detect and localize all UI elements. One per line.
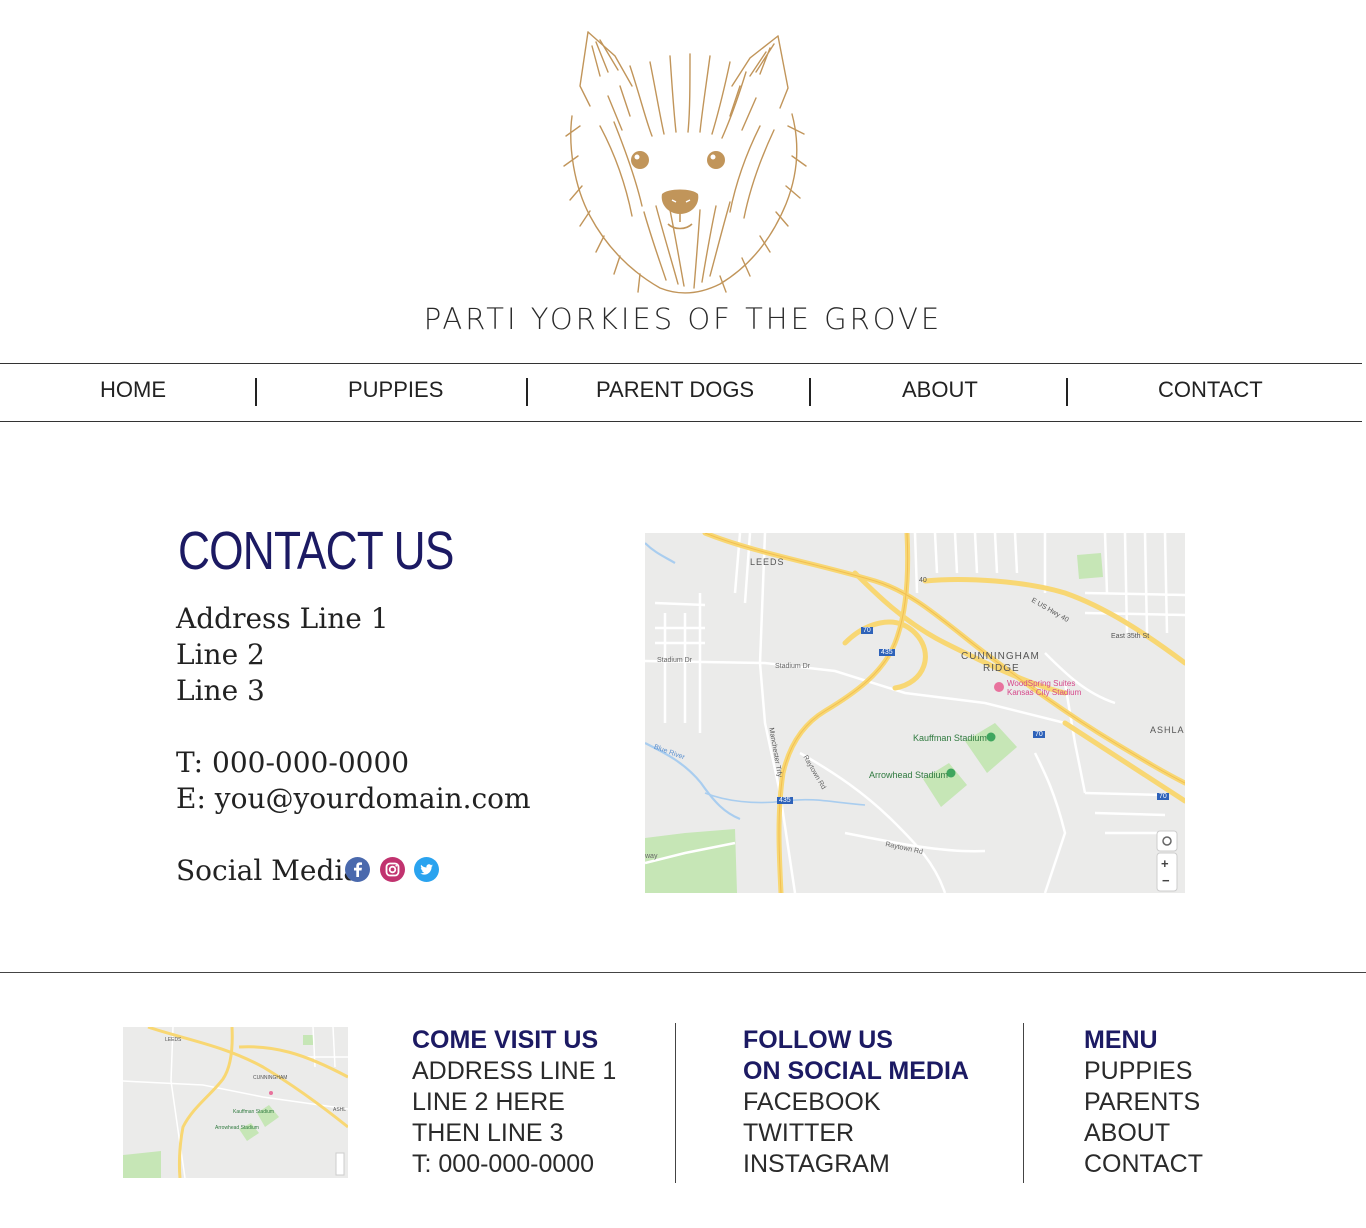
map-label: 70 <box>861 627 873 634</box>
brand-name: PARTI YORKIES OF THE GROVE <box>423 302 943 336</box>
map-label: 70 <box>1033 731 1045 738</box>
social-media-label: Social Media <box>176 854 361 887</box>
footer-link-contact[interactable]: CONTACT <box>1084 1149 1203 1180</box>
mini-map-label: Kauffman Stadium <box>233 1109 275 1115</box>
nav-parent-dogs[interactable]: PARENT DOGS <box>596 377 754 403</box>
footer-column-divider <box>675 1023 676 1183</box>
map-label: RIDGE <box>983 663 1020 674</box>
map-label: 435 <box>777 797 793 804</box>
mini-map-label: ASHL <box>333 1107 347 1113</box>
map-label: Kauffman Stadium <box>913 733 987 743</box>
map-label: 70 <box>1157 793 1169 800</box>
nav-contact[interactable]: CONTACT <box>1158 377 1263 403</box>
footer-column-divider <box>1023 1023 1024 1183</box>
footer-link-parents[interactable]: PARENTS <box>1084 1087 1203 1118</box>
mini-map-label: CUNNINGHAM <box>253 1075 288 1081</box>
footer-visit-line: ADDRESS LINE 1 <box>412 1057 617 1085</box>
address-line-3: Line 3 <box>176 674 265 707</box>
facebook-icon[interactable] <box>345 857 370 882</box>
nav-bottom-divider <box>0 421 1362 422</box>
footer-link-puppies[interactable]: PUPPIES <box>1084 1056 1203 1087</box>
map-label: WoodSpring Suites <box>1007 679 1076 688</box>
footer-link-about[interactable]: ABOUT <box>1084 1118 1203 1149</box>
footer-link-instagram[interactable]: INSTAGRAM <box>743 1149 969 1180</box>
email-address[interactable]: E: you@yourdomain.com <box>176 782 531 815</box>
map-label: Arrowhead Stadium <box>869 770 949 780</box>
footer-divider <box>0 972 1366 973</box>
map-label: ASHLA <box>1150 725 1185 735</box>
footer-follow-subheading: ON SOCIAL MEDIA <box>743 1057 969 1085</box>
phone-number: T: 000-000-0000 <box>176 746 410 779</box>
nav-separator <box>255 378 257 406</box>
map-label: Stadium Dr <box>775 663 811 670</box>
nav-top-divider <box>0 363 1362 364</box>
map-label: 40 <box>919 577 927 584</box>
nav-puppies[interactable]: PUPPIES <box>348 377 443 403</box>
footer-link-facebook[interactable]: FACEBOOK <box>743 1087 969 1118</box>
map-label: 435 <box>879 649 895 656</box>
mini-map-label: LEEDS <box>165 1037 182 1043</box>
footer-visit-column: COME VISIT US ADDRESS LINE 1 LINE 2 HERE… <box>412 1025 616 1180</box>
mini-map-label: Arrowhead Stadium <box>215 1125 259 1131</box>
address-line-2: Line 2 <box>176 638 265 671</box>
address-line-1: Address Line 1 <box>176 602 389 635</box>
map-label: CUNNINGHAM <box>961 651 1040 662</box>
footer-visit-line: THEN LINE 3 <box>412 1119 564 1147</box>
zoom-in-button[interactable]: + <box>1161 856 1169 871</box>
footer-visit-line: LINE 2 HERE <box>412 1088 565 1116</box>
footer-visit-heading: COME VISIT US <box>412 1026 599 1054</box>
footer-menu-column: MENU PUPPIES PARENTS ABOUT CONTACT <box>1084 1025 1203 1180</box>
nav-about[interactable]: ABOUT <box>902 377 978 403</box>
map-label: way <box>645 853 658 860</box>
footer-follow-column: FOLLOW US ON SOCIAL MEDIA FACEBOOK TWITT… <box>743 1025 969 1180</box>
twitter-icon[interactable] <box>414 857 439 882</box>
map-label: East 35th St <box>1111 633 1150 640</box>
map-label: Kansas City Stadium <box>1007 688 1082 697</box>
map-label: LEEDS <box>750 557 785 567</box>
page-title: CONTACT US <box>178 521 454 581</box>
location-map[interactable]: LEEDS CUNNINGHAM RIDGE WoodSpring Suites… <box>645 533 1185 893</box>
mini-map-graphic <box>123 1027 348 1178</box>
footer-mini-map[interactable]: LEEDS CUNNINGHAM Kauffman Stadium Arrowh… <box>123 1027 348 1178</box>
map-graphic <box>645 533 1185 893</box>
zoom-out-button[interactable]: − <box>1162 873 1170 888</box>
nav-separator <box>809 378 811 406</box>
nav-separator <box>526 378 528 406</box>
footer-follow-heading: FOLLOW US <box>743 1026 893 1054</box>
footer-menu-heading: MENU <box>1084 1026 1158 1054</box>
nav-separator <box>1066 378 1068 406</box>
footer-link-twitter[interactable]: TWITTER <box>743 1118 969 1149</box>
footer-visit-phone: T: 000-000-0000 <box>412 1150 595 1178</box>
map-label: Stadium Dr <box>657 657 693 664</box>
yorkie-logo-image <box>563 31 807 294</box>
nav-home[interactable]: HOME <box>100 377 166 403</box>
instagram-icon[interactable] <box>380 857 405 882</box>
